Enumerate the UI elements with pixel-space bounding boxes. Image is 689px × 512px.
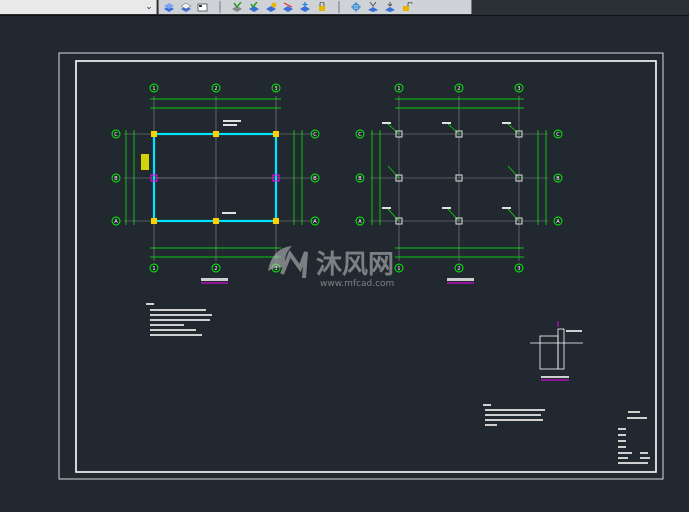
drawing-canvas[interactable]: 1 2 3 1 2 3 C B A C B A 1 2 3 1 2 3 C B … <box>0 16 689 512</box>
layer-freeze-icon[interactable] <box>298 1 312 13</box>
axis-label: 2 <box>214 266 217 272</box>
title-block <box>618 411 650 464</box>
axis-label: A <box>556 219 560 225</box>
layer-delete-icon[interactable] <box>383 1 397 13</box>
layer-icon[interactable] <box>179 1 193 13</box>
axis-label: A <box>313 219 317 225</box>
separator-icon <box>332 1 346 13</box>
axis-label: 1 <box>397 86 400 92</box>
axis-label: A <box>114 219 118 225</box>
axis-label: B <box>313 176 317 182</box>
axis-label: 2 <box>214 86 217 92</box>
plan-title <box>201 278 228 281</box>
layer-on-icon[interactable] <box>247 1 261 13</box>
detail-section <box>530 321 583 381</box>
axis-label: C <box>114 132 118 138</box>
axis-label: 3 <box>517 266 520 272</box>
axis-label: B <box>358 176 362 182</box>
layer-toolbar <box>158 0 472 14</box>
axis-label: C <box>313 132 317 138</box>
separator-icon <box>213 1 227 13</box>
layer-merge-icon[interactable] <box>366 1 380 13</box>
axis-label: B <box>556 176 560 182</box>
notes-block <box>146 303 212 336</box>
axis-label: 1 <box>152 266 155 272</box>
layer-lock-icon[interactable] <box>315 1 329 13</box>
axis-label: 2 <box>457 86 460 92</box>
layer-isolate-icon[interactable] <box>281 1 295 13</box>
watermark-brand: 沐风网 <box>316 250 394 280</box>
bottom-notes <box>483 404 545 426</box>
axis-label: C <box>556 132 560 138</box>
beam-frame <box>152 132 278 223</box>
layer-icon[interactable] <box>162 1 176 13</box>
watermark-logo-icon <box>268 246 308 279</box>
layer-props-icon[interactable] <box>196 1 210 13</box>
watermark: 沐风网 www.mfcad.com <box>268 246 394 289</box>
axis-label: A <box>358 219 362 225</box>
axis-label: C <box>358 132 362 138</box>
layer-dropdown[interactable]: ⌄ <box>0 0 157 14</box>
layer-off-icon[interactable] <box>264 1 278 13</box>
left-plan: 1 2 3 1 2 3 C B A C B A <box>111 83 320 284</box>
axis-label: 3 <box>517 86 520 92</box>
toolbar: ⌄ <box>0 0 689 16</box>
layer-walk-icon[interactable] <box>349 1 363 13</box>
chevron-down-icon[interactable]: ⌄ <box>143 1 155 13</box>
match-icon[interactable] <box>230 1 244 13</box>
axis-label: 3 <box>274 86 277 92</box>
plan-title <box>447 278 474 281</box>
layer-unlock-icon[interactable] <box>400 1 414 13</box>
axis-label: 1 <box>397 266 400 272</box>
axis-label: 1 <box>152 86 155 92</box>
axis-label: B <box>114 176 118 182</box>
watermark-url: www.mfcad.com <box>320 279 394 289</box>
axis-label: 2 <box>457 266 460 272</box>
